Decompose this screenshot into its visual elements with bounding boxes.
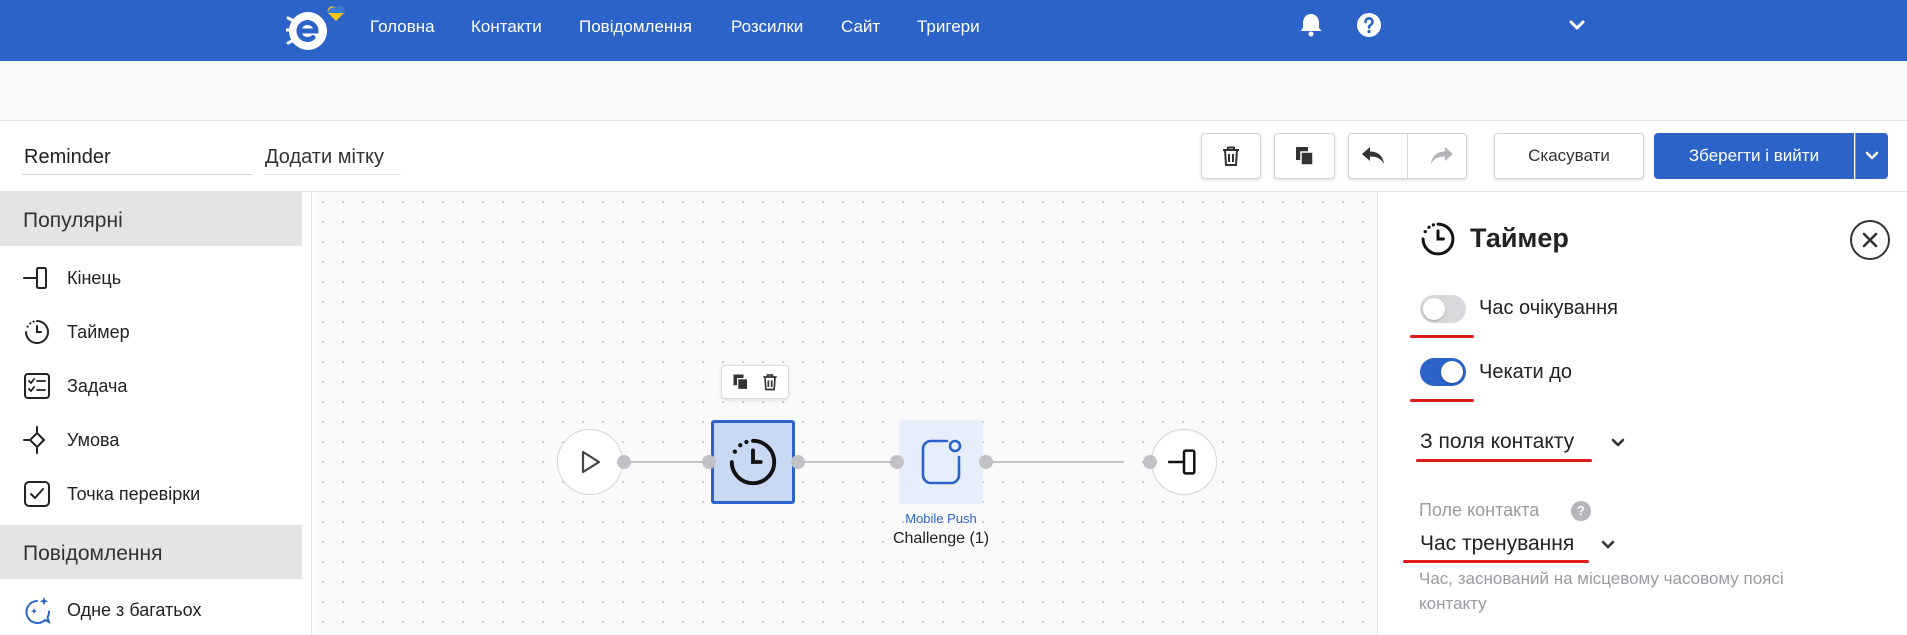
timer-icon <box>25 320 49 344</box>
checkpoint-icon <box>24 481 50 507</box>
nav-contacts[interactable]: Контакти <box>471 17 542 37</box>
block-timer[interactable]: Таймер <box>0 312 302 352</box>
connector-line <box>623 461 713 463</box>
close-panel-button[interactable] <box>1850 220 1890 260</box>
workflow-name-input[interactable] <box>22 141 252 175</box>
wait-time-label: Час очікування <box>1479 297 1618 319</box>
help-icon[interactable] <box>1355 11 1383 39</box>
trash-icon <box>1223 146 1239 166</box>
push-node-name: Challenge (1) <box>892 530 990 547</box>
editor-toolbar: Скасувати Зберегти і вийти <box>0 121 1907 192</box>
wait-time-toggle[interactable] <box>1420 295 1466 323</box>
mobile-push-icon <box>921 439 962 485</box>
connection-port[interactable] <box>791 455 805 469</box>
block-label: Задача <box>67 375 128 396</box>
play-icon <box>581 450 601 474</box>
nav-home[interactable]: Головна <box>370 17 435 37</box>
start-node[interactable] <box>557 429 623 495</box>
nav-triggers[interactable]: Тригери <box>917 17 980 37</box>
save-and-exit-button[interactable]: Зберегти і вийти <box>1654 133 1854 179</box>
workflow-canvas[interactable]: Mobile Push Challenge (1) <box>313 192 1377 635</box>
exit-icon <box>1168 449 1196 475</box>
help-icon[interactable]: ? <box>1571 501 1591 521</box>
redo-icon[interactable] <box>1429 144 1455 168</box>
wait-until-toggle[interactable] <box>1420 358 1466 386</box>
exit-icon <box>23 267 47 289</box>
nav-messages[interactable]: Повідомлення <box>579 17 692 37</box>
timer-node[interactable] <box>711 420 795 504</box>
contact-field-label: Поле контакта <box>1419 500 1540 520</box>
copy-icon[interactable] <box>731 372 751 392</box>
nav-campaigns[interactable]: Розсилки <box>731 17 803 37</box>
block-label: Умова <box>67 429 120 450</box>
block-one-of-many[interactable]: Одне з багатьох <box>0 590 302 630</box>
esputnik-logo[interactable] <box>286 4 352 54</box>
condition-icon <box>23 426 46 454</box>
block-label: Одне з багатьох <box>67 599 202 620</box>
end-node[interactable] <box>1151 429 1217 495</box>
source-select[interactable]: З поля контакту <box>1420 430 1574 454</box>
timer-settings-panel: Таймер Час очікування Чекати до З поля к… <box>1377 192 1907 635</box>
block-task[interactable]: Задача <box>0 366 302 406</box>
wait-until-label: Чекати до <box>1479 361 1573 383</box>
connector-line <box>795 461 899 463</box>
annotation-underline <box>1416 459 1592 462</box>
contact-field-select[interactable]: Час тренування <box>1420 532 1574 556</box>
delete-button[interactable] <box>1201 133 1261 179</box>
block-label: Таймер <box>67 321 130 342</box>
block-end[interactable]: Кінець <box>0 258 302 298</box>
connection-port[interactable] <box>702 455 716 469</box>
node-mini-toolbar <box>721 365 789 399</box>
timer-icon <box>729 438 777 486</box>
connection-port[interactable] <box>617 455 631 469</box>
push-node-type: Mobile Push <box>905 511 977 526</box>
chevron-down-icon[interactable] <box>1563 11 1591 39</box>
sub-header <box>0 61 1907 121</box>
block-condition[interactable]: Умова <box>0 420 302 460</box>
chevron-down-icon[interactable] <box>1600 539 1616 551</box>
block-checkpoint[interactable]: Точка перевірки <box>0 474 302 514</box>
top-navigation: Головна Контакти Повідомлення Розсилки С… <box>0 0 1907 61</box>
copy-button[interactable] <box>1274 133 1335 179</box>
section-popular-header[interactable]: Популярні <box>0 192 302 246</box>
connection-port[interactable] <box>890 455 904 469</box>
checklist-icon <box>24 373 50 399</box>
connection-port[interactable] <box>1143 455 1157 469</box>
trash-icon[interactable] <box>760 372 780 392</box>
sparkle-chat-icon <box>25 597 51 624</box>
annotation-underline <box>1410 399 1474 402</box>
blocks-sidebar: Популярні Кінець Таймер Задача Умова Точ… <box>0 192 312 635</box>
section-messages-header[interactable]: Повідомлення <box>0 525 302 579</box>
mobile-push-node[interactable] <box>899 420 983 504</box>
add-tag-input[interactable] <box>265 141 401 175</box>
block-label: Кінець <box>67 267 122 288</box>
close-icon <box>1862 232 1878 248</box>
connector-line <box>983 461 1123 463</box>
cancel-button[interactable]: Скасувати <box>1494 133 1644 179</box>
annotation-underline <box>1403 560 1589 563</box>
timer-icon <box>1421 222 1455 256</box>
save-options-dropdown[interactable] <box>1855 133 1888 179</box>
chevron-down-icon[interactable] <box>1610 437 1626 449</box>
block-label: Точка перевірки <box>67 483 201 504</box>
connection-port[interactable] <box>979 455 993 469</box>
annotation-underline <box>1410 335 1474 338</box>
panel-title: Таймер <box>1470 223 1569 253</box>
history-buttons <box>1348 133 1467 179</box>
nav-site[interactable]: Сайт <box>841 17 880 37</box>
bell-icon[interactable] <box>1297 11 1325 39</box>
field-hint: Час, заснований на місцевому часовому по… <box>1419 569 1784 613</box>
undo-icon[interactable] <box>1360 144 1386 168</box>
copy-icon <box>1295 147 1314 166</box>
chevron-down-icon <box>1865 151 1879 160</box>
